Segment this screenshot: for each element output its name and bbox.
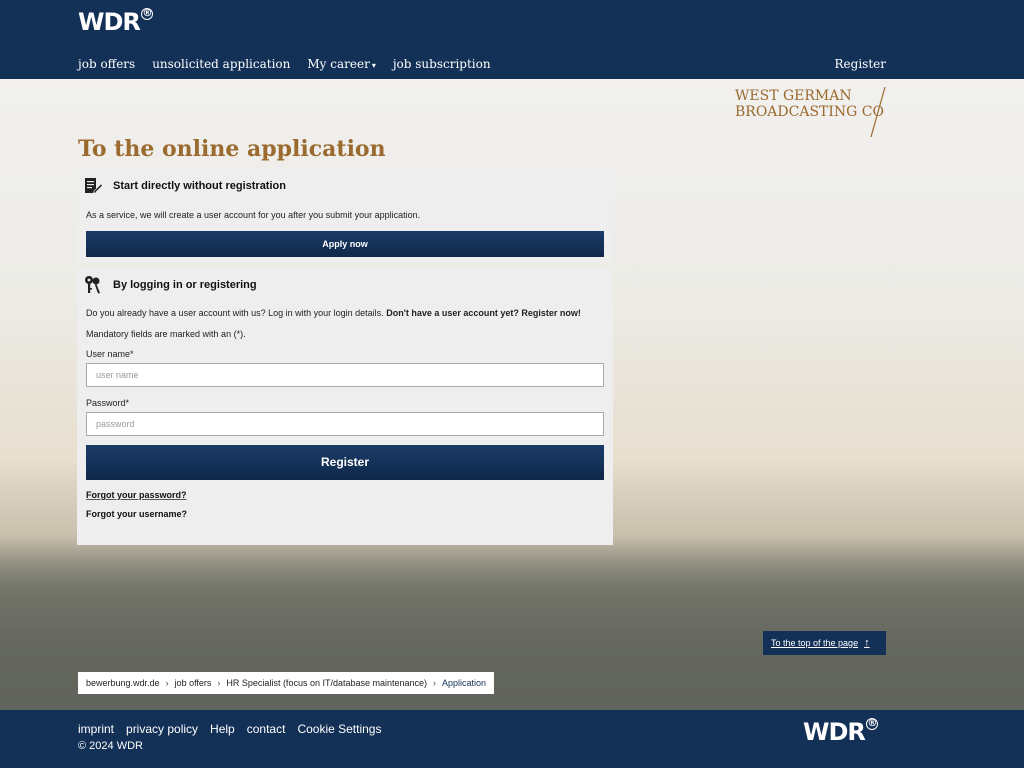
register-button[interactable]: Register	[86, 445, 604, 480]
footer-logo-text: WDR	[803, 718, 866, 746]
copyright: © 2024 WDR	[78, 740, 143, 752]
password-input[interactable]	[86, 412, 604, 436]
forgot-password-link[interactable]: Forgot your password?	[77, 490, 613, 500]
nav-job-offers[interactable]: job offers	[78, 57, 135, 71]
brand-tagline: WEST GERMAN BROADCASTING CO	[735, 88, 884, 120]
footer-logo-mark: ®	[865, 718, 878, 730]
footer-privacy-link[interactable]: privacy policy	[126, 722, 198, 736]
breadcrumb-separator-icon: ›	[433, 678, 437, 688]
password-label: Password*	[86, 398, 130, 408]
wdr-logo[interactable]: WDR ®	[78, 8, 153, 36]
register-link[interactable]: Register	[835, 57, 886, 71]
panel-description: As a service, we will create a user acco…	[86, 210, 421, 220]
document-edit-icon	[85, 178, 103, 194]
register-now-prompt: Don't have a user account yet? Register …	[386, 308, 581, 318]
panel-header: By logging in or registering	[77, 267, 613, 295]
breadcrumb-job[interactable]: HR Specialist (focus on IT/database main…	[226, 678, 427, 688]
keys-icon	[85, 276, 100, 294]
mandatory-note: Mandatory fields are marked with an (*).	[86, 329, 246, 339]
username-label: User name*	[86, 349, 134, 359]
breadcrumb-home[interactable]: bewerbung.wdr.de	[86, 678, 160, 688]
breadcrumb-current: Application	[442, 678, 487, 688]
login-intro-text: Do you already have a user account with …	[77, 307, 613, 320]
panel-header: Start directly without registration	[77, 169, 613, 197]
breadcrumb-separator-icon: ›	[165, 678, 169, 688]
footer-cookie-settings-link[interactable]: Cookie Settings	[297, 722, 381, 736]
footer-links: imprint privacy policy Help contact Cook…	[78, 722, 381, 736]
footer-imprint-link[interactable]: imprint	[78, 722, 114, 736]
to-top-button[interactable]: To the top of the page ↑	[763, 631, 886, 655]
breadcrumb-job-offers[interactable]: job offers	[175, 678, 212, 688]
breadcrumb: bewerbung.wdr.de › job offers › HR Speci…	[78, 672, 495, 694]
panel-title: Start directly without registration	[113, 180, 286, 192]
nav-my-career-label: My career	[307, 57, 370, 71]
site-header: WDR ® job offers unsolicited application …	[0, 0, 1024, 79]
brand-line-1: WEST GERMAN	[735, 88, 852, 104]
apply-now-button[interactable]: Apply now	[86, 231, 604, 257]
login-panel: By logging in or registering Do you alre…	[77, 267, 613, 545]
nav-unsolicited-application[interactable]: unsolicited application	[152, 57, 290, 71]
breadcrumb-separator-icon: ›	[217, 678, 221, 688]
brand-line-2: BROADCASTING CO	[735, 104, 884, 120]
brand-slash-graphic	[870, 86, 886, 138]
panel-title: By logging in or registering	[113, 279, 257, 291]
page-title: To the online application	[78, 136, 386, 162]
logo-text: WDR	[78, 8, 141, 36]
footer-contact-link[interactable]: contact	[247, 722, 286, 736]
direct-application-panel: Start directly without registration As a…	[77, 169, 613, 262]
main-nav: job offers unsolicited application My ca…	[78, 57, 491, 71]
logo-mark: ®	[140, 8, 153, 20]
nav-job-subscription[interactable]: job subscription	[393, 57, 491, 71]
site-footer: imprint privacy policy Help contact Cook…	[0, 710, 1024, 768]
chevron-down-icon: ▾	[371, 61, 376, 70]
forgot-username-link[interactable]: Forgot your username?	[77, 509, 613, 519]
username-input[interactable]	[86, 363, 604, 387]
to-top-label: To the top of the page	[771, 638, 859, 648]
footer-wdr-logo[interactable]: WDR ®	[803, 718, 878, 746]
login-intro: Do you already have a user account with …	[86, 308, 384, 318]
nav-my-career[interactable]: My career ▾	[307, 57, 375, 71]
footer-help-link[interactable]: Help	[210, 722, 235, 736]
arrow-up-icon: ↑	[864, 637, 870, 649]
